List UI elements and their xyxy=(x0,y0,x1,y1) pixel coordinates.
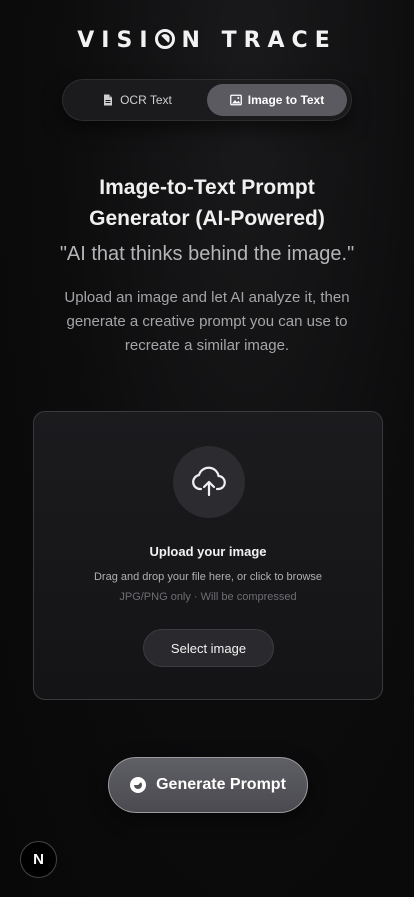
tagline-quote: "AI that thinks behind the image." xyxy=(59,243,355,265)
upload-subtitle: Drag and drop your file here, or click t… xyxy=(93,571,323,583)
page-title: Image-to-Text Prompt Generator (AI-Power… xyxy=(0,172,414,234)
tab-image-to-text-label: Image to Text xyxy=(247,93,325,107)
dev-tools-badge[interactable]: N xyxy=(20,841,57,878)
cloud-upload-icon xyxy=(173,446,245,518)
logo-text-end: N TRACE xyxy=(181,28,337,53)
select-image-button[interactable]: Select image xyxy=(143,629,274,667)
tab-ocr-text-label: OCR Text xyxy=(120,93,172,107)
page-title-line2: Generator (AI-Powered) xyxy=(89,207,325,230)
mode-tabs: OCR Text Image to Text xyxy=(63,80,351,120)
logo-eye-icon xyxy=(154,29,175,49)
tab-ocr-text[interactable]: OCR Text xyxy=(67,84,207,116)
upload-title: Upload your image xyxy=(149,544,267,559)
tab-image-to-text[interactable]: Image to Text xyxy=(207,84,347,116)
page-title-line1: Image-to-Text Prompt xyxy=(99,176,315,199)
generate-prompt-button[interactable]: Generate Prompt xyxy=(108,757,308,813)
app-logo: VISI N TRACE xyxy=(0,28,414,53)
generate-prompt-label: Generate Prompt xyxy=(156,776,286,793)
logo-text-start: VISI xyxy=(77,28,155,53)
document-icon xyxy=(104,94,113,106)
spinner-icon xyxy=(130,777,147,793)
image-icon xyxy=(229,94,242,106)
upload-dropzone[interactable]: Upload your image Drag and drop your fil… xyxy=(33,411,383,700)
cloud-upload-glyph xyxy=(192,466,226,497)
page-description: Upload an image and let AI analyze it, t… xyxy=(64,289,350,354)
upload-file-note: JPG/PNG only · Will be compressed xyxy=(119,591,297,603)
